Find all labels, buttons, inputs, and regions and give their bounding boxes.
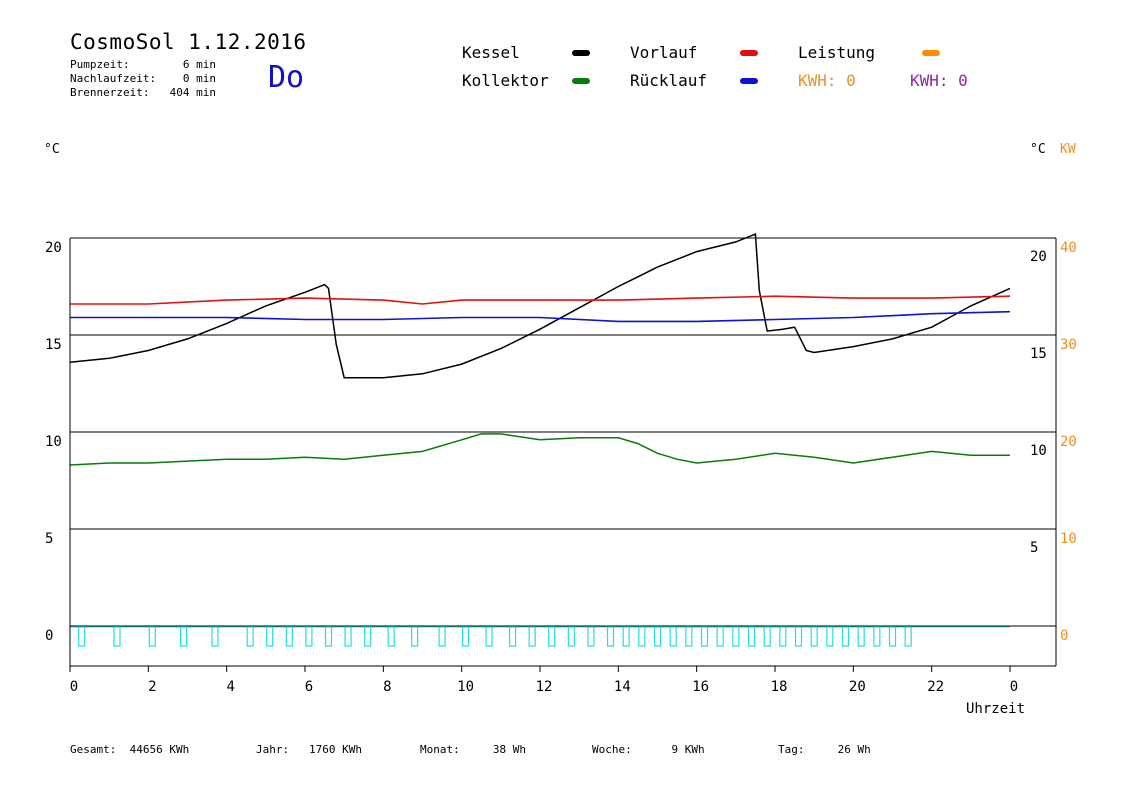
y-tick-label-kw: 0 <box>1060 628 1068 644</box>
pump-pulse <box>810 626 818 647</box>
pump-pulse <box>763 626 771 647</box>
pump-pulse <box>567 626 575 647</box>
pump-pulse <box>685 626 693 647</box>
pump-pulse <box>387 626 395 647</box>
pump-pulse <box>904 626 912 647</box>
pump-pulse <box>246 626 254 647</box>
pump-pulse <box>508 626 517 647</box>
x-tick-label: 22 <box>927 679 944 695</box>
y-tick-label-left: 0 <box>45 628 53 644</box>
y-tick-label-kw: 20 <box>1060 434 1077 450</box>
pump-pulse <box>873 626 881 647</box>
pump-pulse <box>211 626 219 647</box>
pump-pulse <box>794 626 803 647</box>
y-tick-label-kw: 10 <box>1060 531 1077 547</box>
pump-pulse <box>732 626 740 647</box>
footer-jahr: Jahr: 1760 KWh <box>256 743 362 756</box>
pump-pulse <box>716 626 724 647</box>
pump-pulse <box>700 626 709 647</box>
series-vorlauf-line <box>70 295 1011 305</box>
footer-woche: Woche: 9 KWh <box>592 743 705 756</box>
pump-pulse <box>747 626 756 647</box>
footer-gesamt: Gesamt: 44656 KWh <box>70 743 190 756</box>
pump-pulse <box>587 626 595 647</box>
y-tick-label-kw: 30 <box>1060 337 1077 353</box>
footer-monat: Monat: 38 Wh <box>420 743 526 756</box>
pump-pulse <box>779 626 787 647</box>
x-tick-label: 16 <box>692 679 709 695</box>
y-tick-label-right: 5 <box>1030 540 1038 556</box>
pump-pulse <box>411 626 419 647</box>
series-kessel-line <box>69 233 1011 379</box>
y-tick-label-left: 15 <box>45 337 62 353</box>
pump-pulse <box>305 626 313 647</box>
pump-pulse <box>528 626 536 647</box>
pump-pulse <box>622 626 630 647</box>
y-tick-label-left: 20 <box>45 240 62 256</box>
pump-pulse <box>888 626 897 647</box>
x-tick-label: 20 <box>849 679 866 695</box>
y-tick-label-right: 10 <box>1030 443 1047 459</box>
y-tick-label-left: 10 <box>45 434 62 450</box>
pump-pulse <box>669 626 677 647</box>
pump-pulse <box>438 626 446 647</box>
pump-pulse <box>324 626 333 647</box>
series-kollektor-line <box>69 433 1010 466</box>
y-tick-label-left: 5 <box>45 531 53 547</box>
pump-pulse <box>461 626 470 647</box>
x-axis-label: Uhrzeit <box>966 701 1026 717</box>
pump-pulse <box>113 626 121 647</box>
footer-tag: Tag: 26 Wh <box>778 743 871 756</box>
pump-pulse <box>638 626 646 647</box>
pump-pulse <box>344 626 352 647</box>
pump-pulse <box>826 626 834 647</box>
y-tick-label-right: 15 <box>1030 346 1047 362</box>
temperature-chart: 0 2 4 6 8 10 12 14 16 18 20 22 0 20 15 10 5 0 20 15 10 5 40 30 2… <box>45 233 1077 695</box>
pump-pulse <box>606 626 615 647</box>
pump-pulse <box>548 626 556 647</box>
x-tick-label: 0 <box>1010 679 1018 695</box>
y-tick-label-kw: 40 <box>1060 240 1077 256</box>
x-tick-label: 0 <box>70 679 78 695</box>
pump-pulse <box>857 626 865 647</box>
pump-pulse <box>148 626 156 647</box>
pump-pulse <box>364 626 372 647</box>
x-tick-label: 2 <box>148 679 156 695</box>
x-tick-label: 18 <box>771 679 788 695</box>
pump-pulse <box>266 626 274 647</box>
y-tick-label-right: 20 <box>1030 249 1047 265</box>
pump-pulse <box>841 626 850 647</box>
x-tick-label: 6 <box>305 679 313 695</box>
pump-pulse <box>179 626 188 647</box>
x-tick-label: 4 <box>226 679 234 695</box>
pump-pulse <box>78 626 86 647</box>
series-ruecklauf-line <box>70 310 1011 323</box>
x-tick-label: 14 <box>614 679 631 695</box>
x-tick-label: 8 <box>383 679 391 695</box>
x-tick-label: 10 <box>457 679 474 695</box>
pump-pulse <box>653 626 662 647</box>
pump-pulse <box>285 626 293 647</box>
x-tick-label: 12 <box>536 679 553 695</box>
pump-pulse <box>485 626 493 647</box>
